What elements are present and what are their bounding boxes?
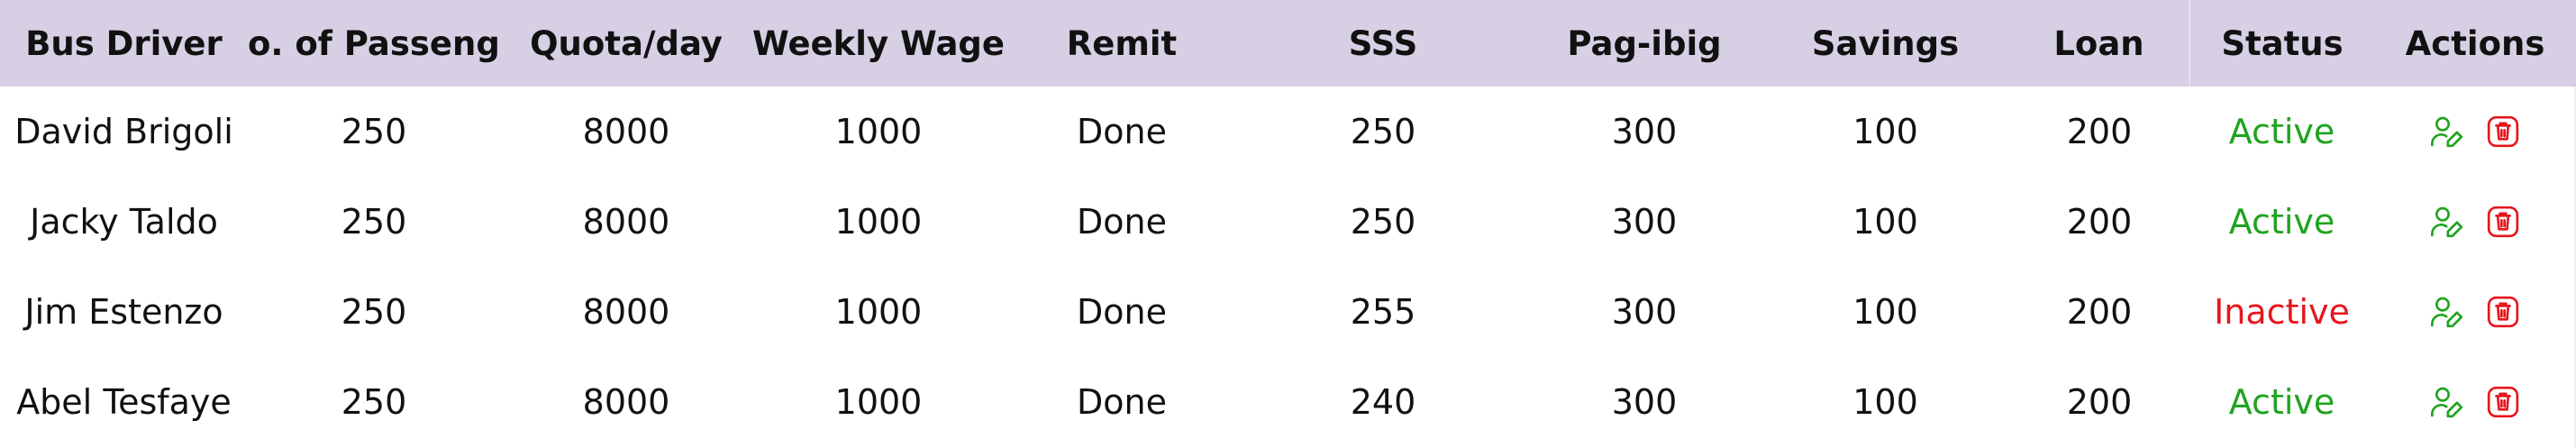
cell-actions bbox=[2374, 357, 2576, 447]
cell-passengers: 250 bbox=[341, 202, 407, 242]
cell-loan: 200 bbox=[2066, 292, 2133, 332]
cell-passengers: 250 bbox=[341, 112, 407, 151]
cell-savings: 100 bbox=[1852, 292, 1918, 332]
cell-status: Active bbox=[2228, 202, 2335, 242]
cell-quota: 8000 bbox=[582, 292, 670, 332]
cell-loan: 200 bbox=[2066, 112, 2133, 151]
table-row: Abel Tesfaye 250 8000 1000 Done 240 300 … bbox=[0, 357, 2576, 447]
cell-loan: 200 bbox=[2066, 382, 2133, 422]
cell-sss: 240 bbox=[1350, 382, 1416, 422]
cell-remit: Done bbox=[1077, 292, 1167, 332]
trash-icon[interactable] bbox=[2485, 204, 2521, 240]
cell-quota: 8000 bbox=[582, 382, 670, 422]
cell-passengers: 250 bbox=[341, 382, 407, 422]
cell-actions bbox=[2374, 177, 2576, 267]
header-bus-driver: Bus Driver bbox=[25, 23, 223, 63]
cell-loan: 200 bbox=[2066, 202, 2133, 242]
header-passengers: o. of Passenge bbox=[248, 23, 500, 63]
cell-sss: 250 bbox=[1350, 202, 1416, 242]
cell-weekly-wage: 1000 bbox=[834, 292, 923, 332]
table-row: Jacky Taldo 250 8000 1000 Done 250 300 1… bbox=[0, 177, 2576, 267]
cell-bus-driver: Jim Estenzo bbox=[24, 292, 223, 332]
trash-icon[interactable] bbox=[2485, 114, 2521, 150]
cell-weekly-wage: 1000 bbox=[834, 202, 923, 242]
table-row: Jim Estenzo 250 8000 1000 Done 255 300 1… bbox=[0, 267, 2576, 357]
header-pagibig: Pag-ibig bbox=[1567, 23, 1722, 63]
cell-passengers: 250 bbox=[341, 292, 407, 332]
cell-status: Active bbox=[2228, 112, 2335, 151]
cell-status: Inactive bbox=[2214, 292, 2350, 332]
cell-quota: 8000 bbox=[582, 112, 670, 151]
cell-sss: 255 bbox=[1350, 292, 1416, 332]
user-edit-icon[interactable] bbox=[2429, 294, 2465, 330]
cell-actions bbox=[2374, 267, 2576, 357]
header-sss: SSS bbox=[1348, 23, 1418, 63]
user-edit-icon[interactable] bbox=[2429, 114, 2465, 150]
cell-remit: Done bbox=[1077, 382, 1167, 422]
cell-savings: 100 bbox=[1852, 112, 1918, 151]
header-actions: Actions bbox=[2405, 23, 2545, 63]
trash-icon[interactable] bbox=[2485, 294, 2521, 330]
header-savings: Savings bbox=[1811, 23, 1960, 63]
cell-savings: 100 bbox=[1852, 382, 1918, 422]
cell-quota: 8000 bbox=[582, 202, 670, 242]
header-loan: Loan bbox=[2053, 23, 2144, 63]
user-edit-icon[interactable] bbox=[2429, 384, 2465, 420]
cell-pagibig: 300 bbox=[1611, 202, 1678, 242]
trash-icon[interactable] bbox=[2485, 384, 2521, 420]
cell-status: Active bbox=[2228, 382, 2335, 422]
cell-pagibig: 300 bbox=[1611, 292, 1678, 332]
drivers-table: Bus Driver o. of Passenge Quota/day Week… bbox=[0, 0, 2576, 447]
cell-weekly-wage: 1000 bbox=[834, 112, 923, 151]
drivers-table-container: Bus Driver o. of Passenge Quota/day Week… bbox=[0, 0, 2576, 448]
header-remit: Remit bbox=[1066, 23, 1178, 63]
row-actions bbox=[2374, 87, 2576, 177]
cell-actions bbox=[2374, 87, 2576, 177]
header-quota: Quota/day bbox=[530, 23, 723, 63]
cell-remit: Done bbox=[1077, 202, 1167, 242]
table-header: Bus Driver o. of Passenge Quota/day Week… bbox=[0, 0, 2576, 87]
user-edit-icon[interactable] bbox=[2429, 204, 2465, 240]
cell-weekly-wage: 1000 bbox=[834, 382, 923, 422]
cell-bus-driver: Abel Tesfaye bbox=[16, 382, 232, 422]
table-row: David Brigoli 250 8000 1000 Done 250 300… bbox=[0, 87, 2576, 177]
row-actions bbox=[2374, 357, 2576, 447]
row-actions bbox=[2374, 177, 2576, 267]
row-actions bbox=[2374, 267, 2576, 357]
header-weekly-wage: Weekly Wage bbox=[752, 23, 1005, 63]
cell-pagibig: 300 bbox=[1611, 382, 1678, 422]
cell-sss: 250 bbox=[1350, 112, 1416, 151]
table-body: David Brigoli 250 8000 1000 Done 250 300… bbox=[0, 87, 2576, 447]
cell-pagibig: 300 bbox=[1611, 112, 1678, 151]
header-status: Status bbox=[2189, 0, 2374, 87]
cell-savings: 100 bbox=[1852, 202, 1918, 242]
cell-bus-driver: David Brigoli bbox=[14, 112, 233, 151]
cell-bus-driver: Jacky Taldo bbox=[30, 202, 218, 242]
header-row: Bus Driver o. of Passenge Quota/day Week… bbox=[0, 0, 2576, 87]
cell-remit: Done bbox=[1077, 112, 1167, 151]
